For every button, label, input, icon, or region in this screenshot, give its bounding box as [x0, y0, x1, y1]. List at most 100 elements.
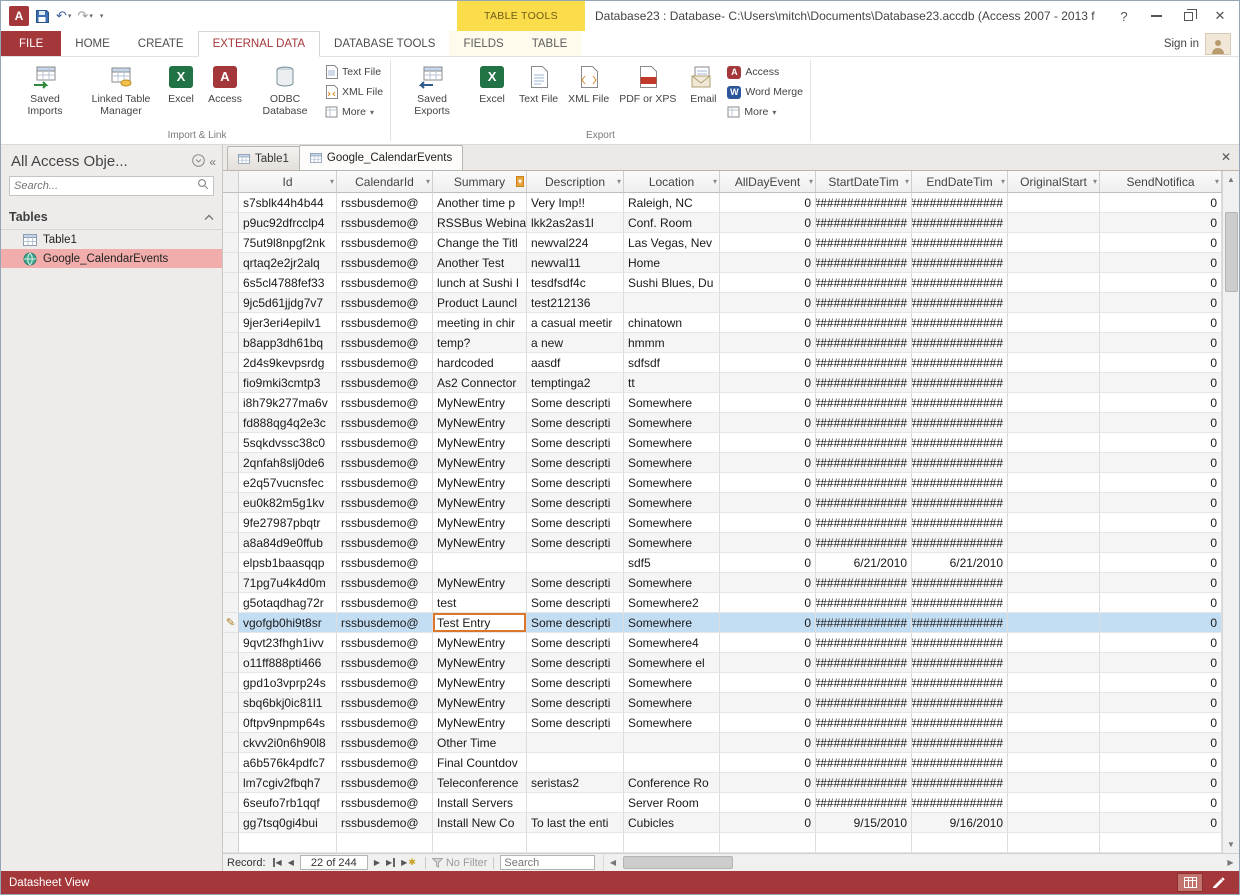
horizontal-scrollbar-thumb[interactable]	[623, 856, 733, 869]
cell[interactable]	[1008, 393, 1100, 413]
cell[interactable]: Conf. Room	[624, 213, 720, 233]
doc-tab-google-calendarevents[interactable]: Google_CalendarEvents	[299, 145, 463, 170]
cell[interactable]: ##############	[912, 433, 1008, 453]
row-selector[interactable]	[223, 793, 239, 813]
cell[interactable]: 0	[1100, 253, 1222, 273]
cell[interactable]: 0	[1100, 553, 1222, 573]
cell[interactable]: newval224	[527, 233, 624, 253]
doc-tab-table1[interactable]: Table1	[227, 146, 300, 170]
cell[interactable]	[1008, 813, 1100, 833]
cell[interactable]: Some descripti	[527, 713, 624, 733]
import-xml-file-button[interactable]: XML File	[325, 83, 383, 101]
cell[interactable]	[433, 833, 527, 853]
cell[interactable]: ##############	[912, 473, 1008, 493]
cell[interactable]: sbq6bkj0ic81l1	[239, 693, 337, 713]
row-selector[interactable]	[223, 253, 239, 273]
cell[interactable]	[1008, 713, 1100, 733]
cell[interactable]: Somewhere	[624, 393, 720, 413]
cell[interactable]: ##############	[912, 333, 1008, 353]
cell[interactable]	[1008, 413, 1100, 433]
cell[interactable]: Some descripti	[527, 513, 624, 533]
cell[interactable]: 0	[720, 653, 816, 673]
cell[interactable]: ##############	[816, 233, 912, 253]
cell[interactable]: ##############	[912, 533, 1008, 553]
tab-home[interactable]: HOME	[61, 31, 124, 56]
row-selector[interactable]	[223, 513, 239, 533]
cell[interactable]: ##############	[912, 693, 1008, 713]
cell[interactable]: rssbusdemo@	[337, 513, 433, 533]
row-selector[interactable]	[223, 653, 239, 673]
cell[interactable]: i8h79k277ma6v	[239, 393, 337, 413]
cell[interactable]: ##############	[912, 673, 1008, 693]
cell[interactable]	[1008, 793, 1100, 813]
cell[interactable]: ##############	[816, 293, 912, 313]
pdf-or-xps-button[interactable]: PDF or XPS	[614, 59, 681, 129]
row-selector[interactable]	[223, 293, 239, 313]
minimize-button[interactable]	[1141, 4, 1171, 28]
cell[interactable]	[433, 553, 527, 573]
cell[interactable]: Some descripti	[527, 533, 624, 553]
cell[interactable]: rssbusdemo@	[337, 393, 433, 413]
cell[interactable]: ##############	[816, 253, 912, 273]
cell[interactable]: 0	[720, 453, 816, 473]
cell[interactable]: Install Servers	[433, 793, 527, 813]
cell[interactable]: vgofgb0hi9t8sr	[239, 613, 337, 633]
cell[interactable]	[1008, 673, 1100, 693]
cell[interactable]	[1008, 773, 1100, 793]
cell[interactable]: b8app3dh61bq	[239, 333, 337, 353]
cell[interactable]: rssbusdemo@	[337, 273, 433, 293]
cell[interactable]: Another time p	[433, 193, 527, 213]
vertical-scrollbar[interactable]: ▲ ▼	[1222, 171, 1239, 853]
cell[interactable]	[1008, 273, 1100, 293]
cell[interactable]: 0	[1100, 753, 1222, 773]
cell[interactable]: Conference Ro	[624, 773, 720, 793]
cell[interactable]: seristas2	[527, 773, 624, 793]
cell[interactable]: ##############	[912, 613, 1008, 633]
cell[interactable]: 0	[1100, 433, 1222, 453]
cell[interactable]: ##############	[912, 253, 1008, 273]
cell[interactable]: Product Launcl	[433, 293, 527, 313]
cell[interactable]: Some descripti	[527, 493, 624, 513]
cell[interactable]: ##############	[912, 293, 1008, 313]
cell[interactable]: rssbusdemo@	[337, 553, 433, 573]
import-access-button[interactable]: A Access	[203, 59, 247, 129]
cell[interactable]: qrtaq2e2jr2alq	[239, 253, 337, 273]
cell[interactable]	[912, 833, 1008, 853]
cell[interactable]: MyNewEntry	[433, 573, 527, 593]
cell[interactable]: a6b576k4pdfc7	[239, 753, 337, 773]
cell[interactable]: MyNewEntry	[433, 633, 527, 653]
row-selector[interactable]	[223, 213, 239, 233]
cell[interactable]: 9fe27987pbqtr	[239, 513, 337, 533]
cell[interactable]: rssbusdemo@	[337, 713, 433, 733]
cell[interactable]: ##############	[816, 333, 912, 353]
column-dropdown-icon[interactable]: ▾	[1093, 177, 1097, 186]
cell[interactable]: 0	[1100, 533, 1222, 553]
cell[interactable]	[1008, 633, 1100, 653]
row-selector[interactable]	[223, 433, 239, 453]
cell[interactable]: ##############	[816, 433, 912, 453]
cell[interactable]: 0	[720, 773, 816, 793]
word-merge-button[interactable]: W Word Merge	[727, 83, 803, 101]
import-text-file-button[interactable]: Text File	[325, 63, 383, 81]
cell[interactable]: 9jer3eri4epilv1	[239, 313, 337, 333]
cell[interactable]: ##############	[912, 713, 1008, 733]
cell[interactable]: ##############	[912, 313, 1008, 333]
cell[interactable]	[527, 753, 624, 773]
export-excel-button[interactable]: X Excel	[470, 59, 514, 129]
cell[interactable]	[1008, 753, 1100, 773]
cell[interactable]: aasdf	[527, 353, 624, 373]
column-header-summary[interactable]: Summary▾	[433, 171, 527, 193]
cell[interactable]: gpd1o3vprp24s	[239, 673, 337, 693]
cell[interactable]: rssbusdemo@	[337, 493, 433, 513]
cell[interactable]: Some descripti	[527, 593, 624, 613]
column-dropdown-icon[interactable]: ▾	[426, 177, 430, 186]
cell[interactable]: MyNewEntry	[433, 413, 527, 433]
cell[interactable]: 0	[1100, 593, 1222, 613]
cell[interactable]	[1008, 733, 1100, 753]
cell[interactable]: ##############	[816, 593, 912, 613]
row-selector[interactable]	[223, 693, 239, 713]
cell[interactable]: 0	[1100, 793, 1222, 813]
scroll-up-icon[interactable]: ▲	[1223, 171, 1239, 188]
cell[interactable]	[624, 293, 720, 313]
cell[interactable]: ##############	[912, 633, 1008, 653]
